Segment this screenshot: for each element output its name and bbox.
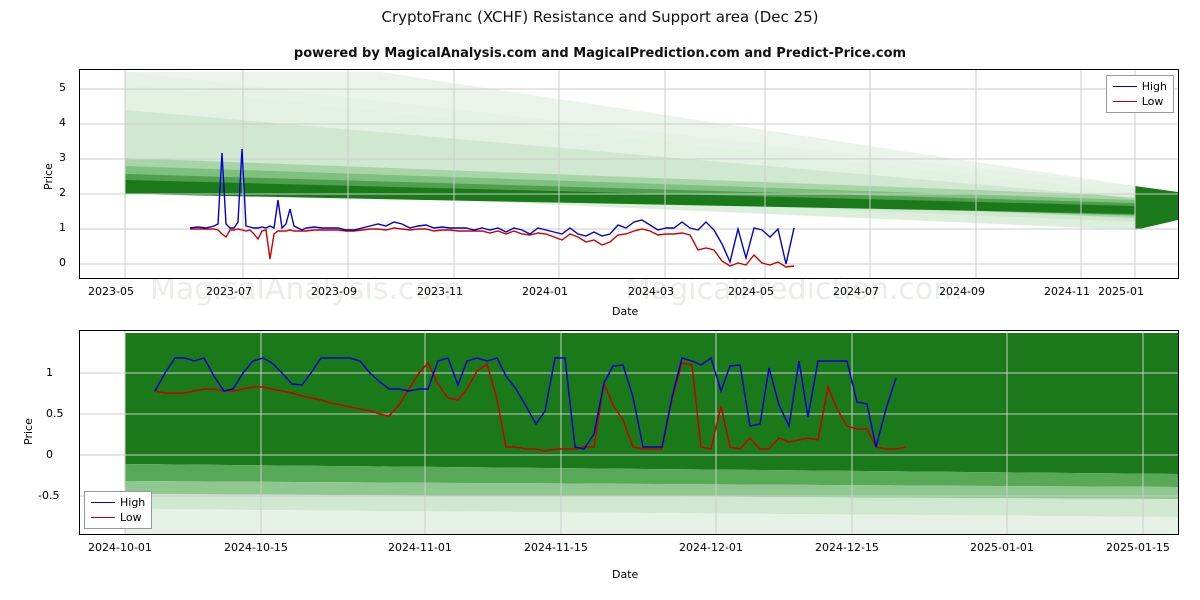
page-subtitle: powered by MagicalAnalysis.com and Magic…	[293, 46, 907, 61]
bottom-xtick: 2024-11-01	[388, 541, 452, 554]
top-xtick: 2023-11	[417, 285, 463, 298]
legend-item-low: Low	[1112, 94, 1167, 109]
bottom-chart-legend: High Low	[84, 491, 153, 529]
bottom-xtick: 2025-01-15	[1106, 541, 1170, 554]
top-ytick: 4	[59, 116, 66, 129]
top-chart-legend: High Low	[1105, 75, 1174, 113]
top-xtick: 2024-05	[728, 285, 774, 298]
chart-page: CryptoFranc (XCHF) Resistance and Suppor…	[0, 0, 1200, 600]
top-ytick: 5	[59, 81, 66, 94]
legend-swatch-low-icon	[1112, 101, 1137, 102]
top-xaxis-label: Date	[612, 305, 639, 318]
bottom-chart-svg	[80, 331, 1178, 534]
bottom-ytick: 0	[46, 448, 53, 461]
top-xtick: 2024-09	[939, 285, 985, 298]
top-xtick: 2024-07	[833, 285, 879, 298]
top-ytick: 2	[59, 186, 66, 199]
top-xtick: 2024-01	[522, 285, 568, 298]
legend-item-high: High	[91, 495, 145, 510]
bottom-ytick: -0.5	[38, 489, 60, 502]
top-chart-plot-area: High Low	[79, 69, 1179, 279]
bottom-xtick: 2024-10-01	[88, 541, 152, 554]
top-ytick: 3	[59, 151, 66, 164]
legend-label-low: Low	[120, 511, 142, 524]
legend-item-low: Low	[91, 510, 145, 525]
top-ytick: 0	[59, 256, 66, 269]
bottom-xtick: 2025-01-01	[970, 541, 1034, 554]
legend-swatch-high-icon	[91, 502, 115, 503]
top-xtick: 2024-11	[1044, 285, 1090, 298]
top-low-line	[190, 227, 795, 268]
bottom-xtick: 2024-10-15	[224, 541, 288, 554]
legend-label-high: High	[120, 496, 146, 509]
legend-swatch-high-icon	[1112, 86, 1137, 87]
bottom-yaxis-label: Price	[22, 418, 35, 445]
bottom-xtick: 2024-12-01	[679, 541, 743, 554]
bottom-xtick: 2024-11-15	[524, 541, 588, 554]
bottom-xaxis-label: Date	[612, 568, 639, 581]
top-xtick: 2023-07	[206, 285, 252, 298]
bottom-xtick: 2024-12-15	[815, 541, 879, 554]
top-xtick: 2023-09	[311, 285, 357, 298]
legend-label-high: High	[1141, 80, 1167, 93]
bottom-ytick: 1	[46, 366, 53, 379]
top-ytick: 1	[59, 221, 66, 234]
top-xtick: 2024-03	[628, 285, 674, 298]
legend-label-low: Low	[1141, 95, 1164, 108]
bottom-ytick: 0.5	[46, 407, 64, 420]
legend-item-high: High	[1112, 79, 1167, 94]
top-chart-svg	[80, 70, 1178, 278]
top-xtick: 2023-05	[88, 285, 134, 298]
bottom-chart-plot-area: High Low	[79, 330, 1179, 535]
top-yaxis-label: Price	[42, 163, 55, 190]
top-xtick: 2025-01	[1098, 285, 1144, 298]
page-title: CryptoFranc (XCHF) Resistance and Suppor…	[381, 8, 819, 26]
legend-swatch-low-icon	[91, 517, 115, 518]
